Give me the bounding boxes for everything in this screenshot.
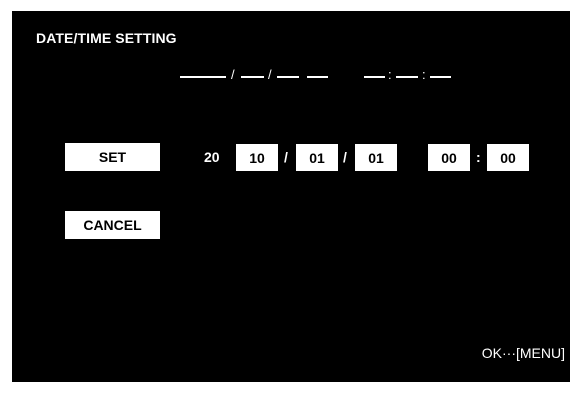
current-date-separator-2: / [268, 67, 272, 82]
minute-field[interactable]: 00 [487, 144, 529, 171]
year-field[interactable]: 10 [236, 144, 278, 171]
current-time-separator-2: : [422, 67, 426, 82]
osd-screen: DATE/TIME SETTING / / : : SET CANCEL 20 … [12, 11, 570, 382]
date-separator-2: / [343, 149, 347, 165]
current-day-placeholder-2 [307, 76, 328, 78]
time-separator: : [476, 149, 481, 165]
current-day-placeholder-1 [277, 76, 299, 78]
current-month-placeholder [241, 76, 264, 78]
ok-menu-hint: OK···[MENU] [481, 345, 565, 361]
current-minute-placeholder [396, 76, 418, 78]
cancel-button[interactable]: CANCEL [65, 211, 160, 239]
page-title: DATE/TIME SETTING [36, 30, 177, 46]
current-year-placeholder [180, 76, 226, 78]
current-hour-placeholder [364, 76, 385, 78]
current-date-separator-1: / [231, 67, 235, 82]
current-date-time-display: / / : : [12, 67, 570, 93]
current-second-placeholder [430, 76, 451, 78]
set-button[interactable]: SET [65, 143, 160, 171]
hour-field[interactable]: 00 [428, 144, 470, 171]
month-field[interactable]: 01 [296, 144, 338, 171]
year-century-label: 20 [204, 149, 220, 165]
current-time-separator-1: : [388, 67, 392, 82]
date-separator-1: / [284, 149, 288, 165]
day-field[interactable]: 01 [355, 144, 397, 171]
